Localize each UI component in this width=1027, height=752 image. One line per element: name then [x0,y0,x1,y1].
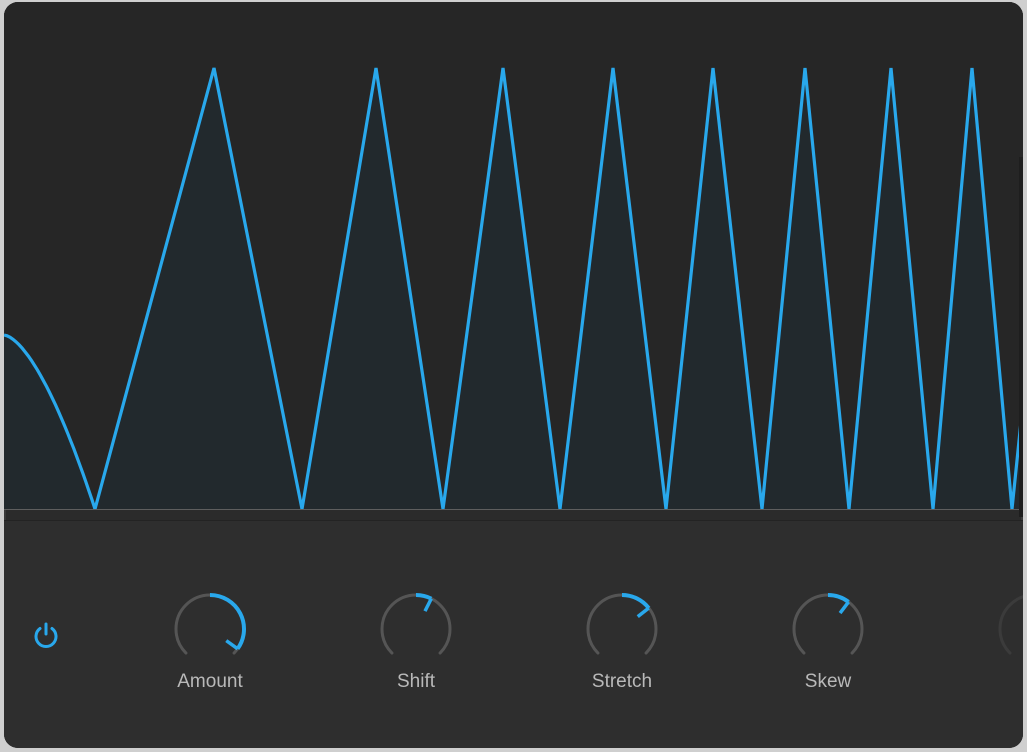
power-icon [34,622,58,648]
spread-knob[interactable]: Sp [984,591,1023,701]
spread-knob-dial [998,595,1023,655]
shift-knob[interactable]: Shift [366,591,466,701]
shift-knob-value-arc [415,593,433,601]
shift-knob-dial [380,593,452,655]
skew-knob-track [792,593,864,655]
skew-knob-dial [792,593,864,655]
waveform-baseline [4,509,1023,510]
power-button[interactable] [30,619,62,651]
skew-knob-needle [838,600,850,615]
amount-knob-needle [225,639,239,651]
stretch-label: Stretch [591,671,653,692]
shift-knob-track [380,593,452,655]
skew-knob-value-arc [827,593,850,604]
stretch-knob-needle [636,606,650,619]
stretch-knob-value-arc [621,593,651,610]
stretch-knob[interactable]: Stretch [572,591,672,701]
controls-bar: Amount Shift Stretch Skew Sp [4,520,1023,748]
skew-label: Skew [804,671,852,692]
panel-edge [1019,157,1023,517]
stretch-knob-dial [586,593,658,655]
amount-knob[interactable]: Amount [160,591,260,701]
spread-knob-track [998,595,1023,655]
effect-panel: Amount Shift Stretch Skew Sp [4,2,1023,748]
amount-knob-dial [174,593,246,655]
waveform-display[interactable] [4,2,1023,510]
amount-label: Amount [177,671,243,692]
shift-knob-needle [423,597,433,612]
skew-knob[interactable]: Skew [778,591,878,701]
spread-label: Sp [964,671,1023,693]
waveform-graph [4,67,1023,510]
shift-label: Shift [396,671,436,692]
